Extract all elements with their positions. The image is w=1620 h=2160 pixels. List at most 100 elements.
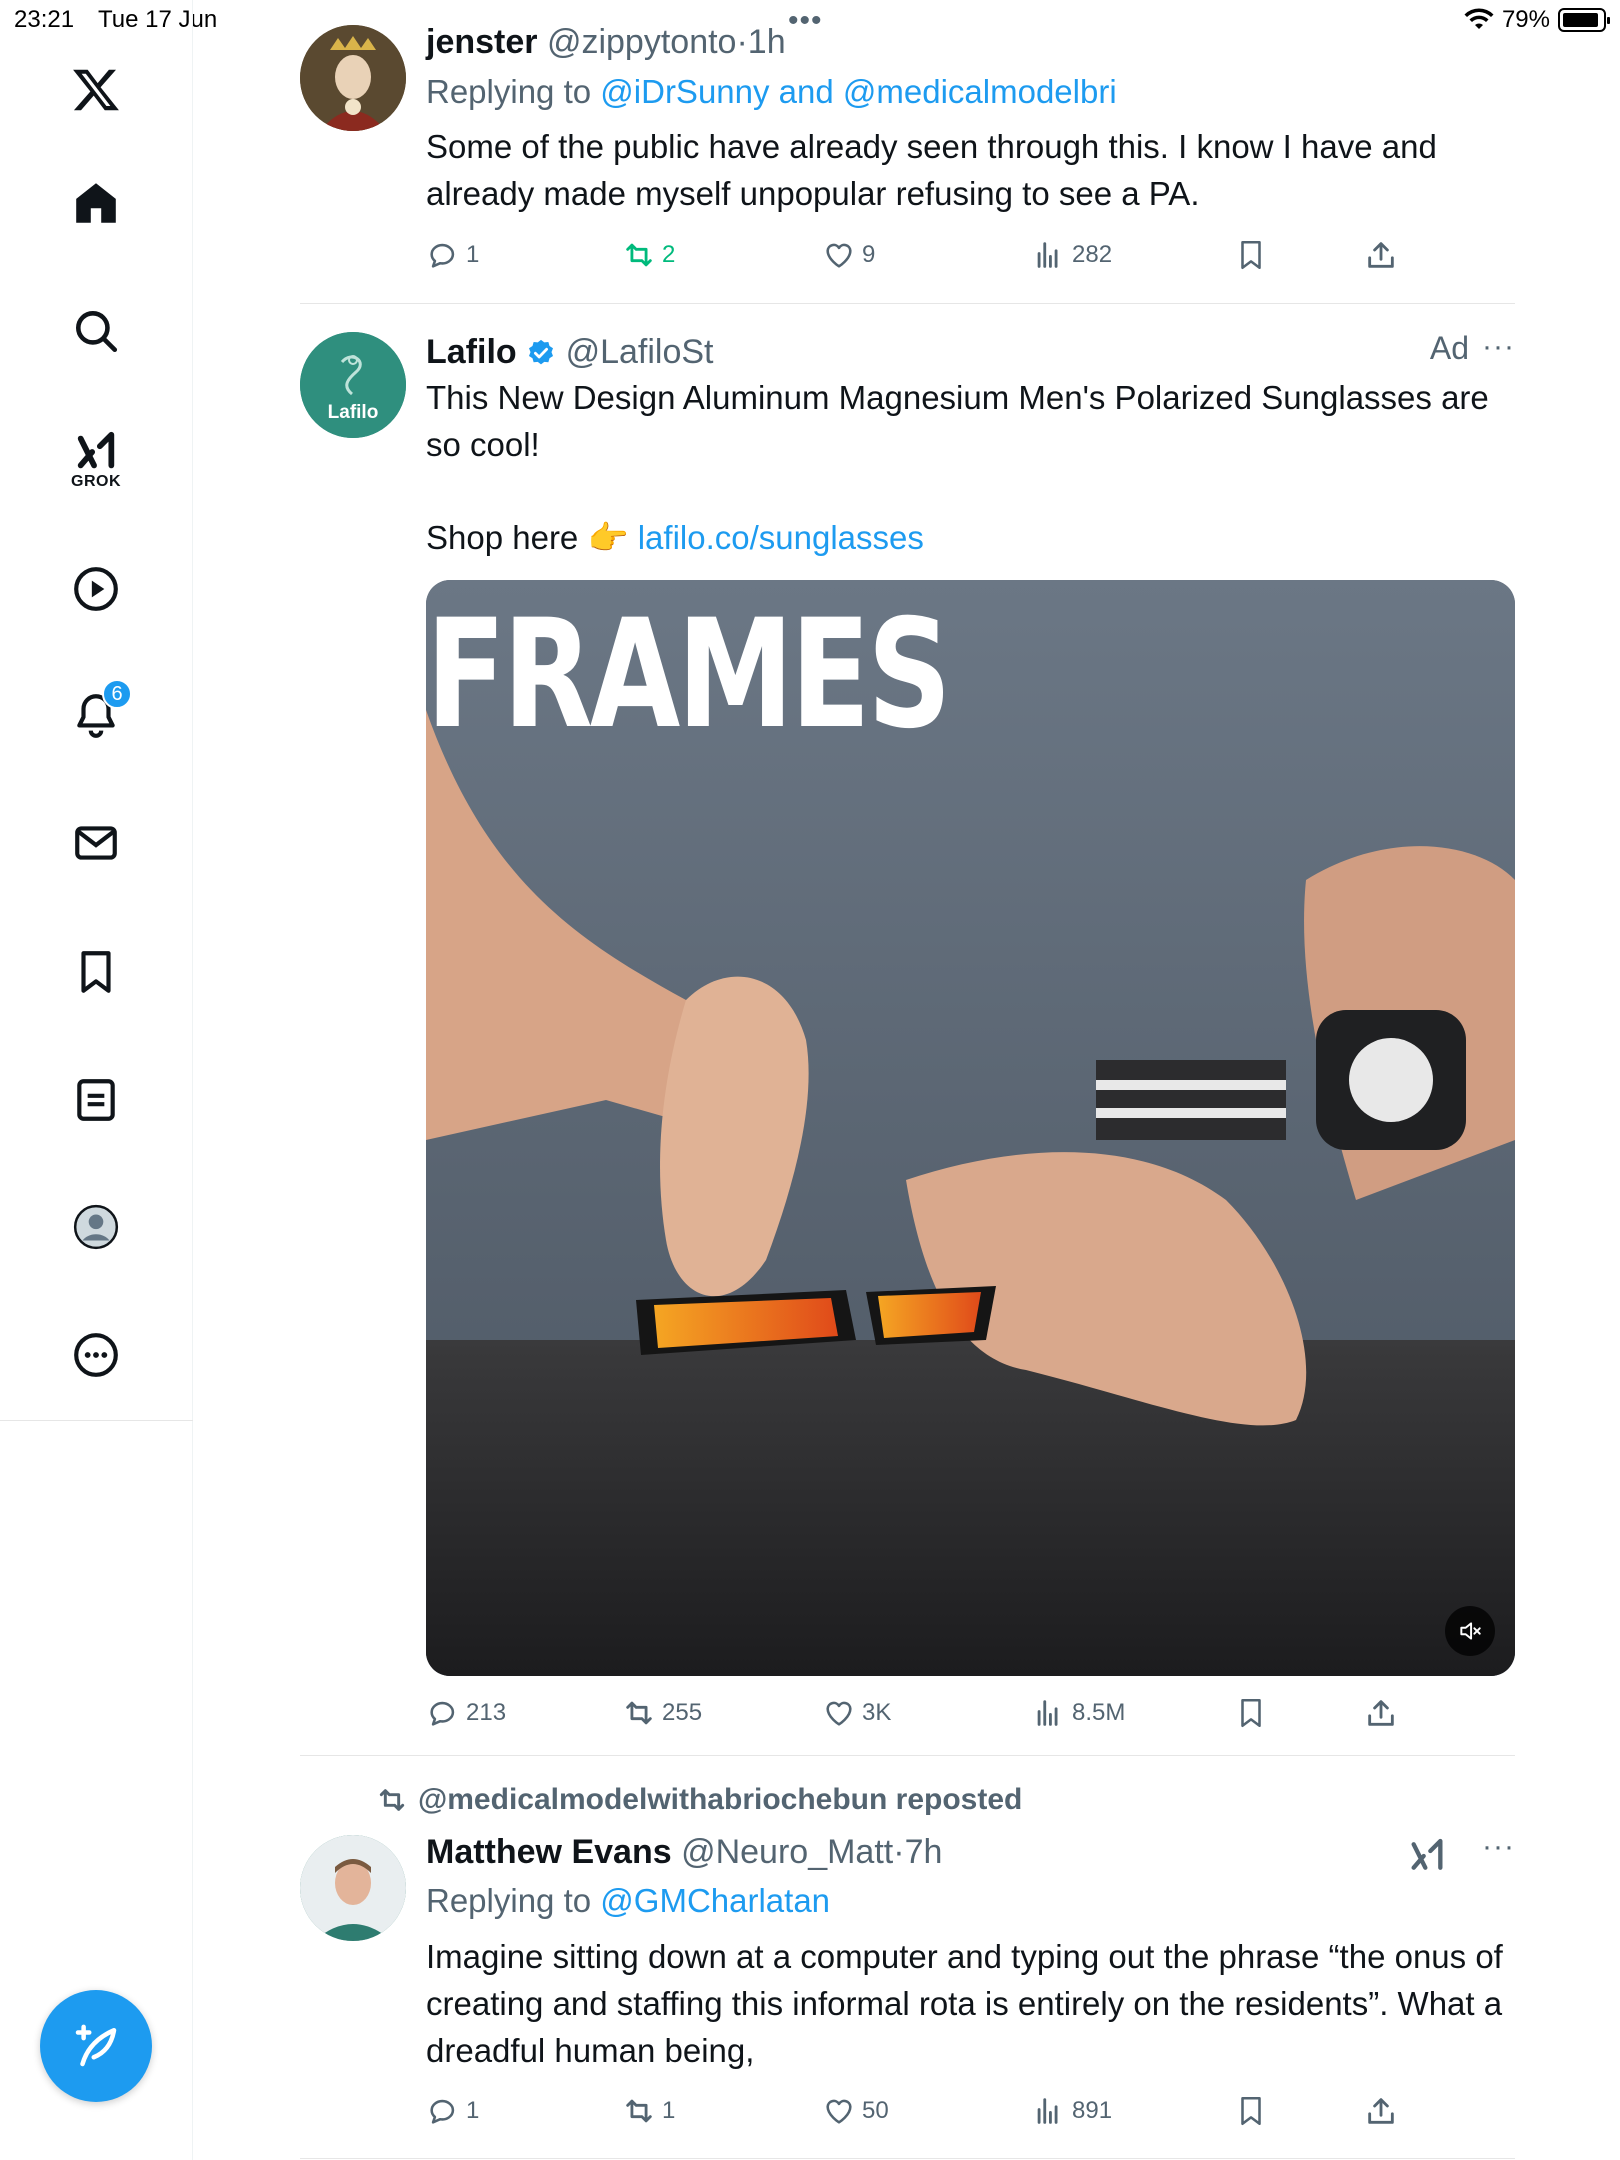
repost-count: 2 [662,241,676,268]
author-handle[interactable]: @zippytonto [547,23,737,61]
tweet-text: Imagine sitting down at a computer and t… [426,1938,1503,2069]
tweet-text: This New Design Aluminum Magnesium Men's… [426,379,1489,463]
reply-button[interactable]: 1 [426,2094,479,2128]
bookmark-button[interactable] [1234,1696,1268,1730]
search-icon[interactable] [56,291,136,371]
like-count: 3K [862,1699,892,1726]
sidebar: GROK 6 [0,0,193,2160]
repost-count: 255 [662,1699,703,1726]
views-icon [1037,242,1058,268]
tweet-divider [300,1755,1515,1756]
share-icon [1368,1700,1394,1726]
replying-to: Replying to @GMCharlatan [426,1877,1515,1925]
reply-icon [430,1701,455,1726]
battery-icon [1558,8,1610,32]
author-handle[interactable]: @Neuro_Matt [681,1833,893,1871]
like-button[interactable]: 3K [822,1696,891,1730]
video-caption: FRAMES [426,588,952,762]
avatar[interactable]: Lafilo [300,332,406,438]
profile-icon[interactable] [56,1187,136,1267]
like-count: 9 [862,241,876,268]
views-icon [1037,1700,1058,1726]
share-button[interactable] [1364,238,1398,272]
reposted-by-text: @medicalmodelwithabriochebun reposted [418,1783,1023,1816]
repost-icon [626,2099,652,2123]
tweet-actions: 1 1 50 891 [426,2094,1426,2134]
home-icon[interactable] [56,163,136,243]
muted-speaker-icon [1460,1622,1481,1640]
replying-to-link[interactable]: @iDrSunny and @medicalmodelbri [600,73,1116,110]
reply-button[interactable]: 1 [426,238,479,272]
avatar[interactable] [300,25,406,131]
avatar[interactable] [300,1835,406,1941]
views-button[interactable]: 8.5M [1032,1696,1125,1730]
repost-count: 1 [662,2097,676,2124]
views-button[interactable]: 891 [1032,2094,1112,2128]
reply-icon [430,243,455,268]
views-icon [1037,2098,1058,2124]
compose-icon [75,2024,117,2067]
author-name[interactable]: Matthew Evans [426,1833,672,1871]
repost-button[interactable]: 2 [622,238,675,272]
repost-button[interactable]: 1 [622,2094,675,2128]
repost-button[interactable]: 255 [622,1696,702,1730]
notification-badge: 6 [102,679,132,709]
heart-icon [826,1701,852,1726]
ad-video[interactable]: FRAMES [426,580,1515,1676]
tweet-divider [300,303,1515,304]
replying-to-link[interactable]: @GMCharlatan [600,1882,830,1919]
tweet-divider [300,2158,1515,2159]
reply-icon [430,2099,455,2124]
author-handle[interactable]: @LafiloSt [566,333,714,371]
sidebar-divider [0,1420,193,1421]
repost-icon [379,1789,405,1811]
lists-icon[interactable] [56,1060,136,1140]
grok-icon[interactable]: GROK [56,415,136,505]
x-logo-icon[interactable] [56,50,136,130]
share-button[interactable] [1364,1696,1398,1730]
tweet-actions: 1 2 9 282 [426,238,1426,278]
bookmark-icon [1241,2096,1261,2126]
compose-button[interactable] [40,1990,152,2102]
reply-count: 1 [466,2097,480,2124]
heart-icon [826,2099,852,2124]
more-icon[interactable] [56,1315,136,1395]
share-button[interactable] [1364,2094,1398,2128]
repost-icon [626,243,652,267]
repost-icon [626,1701,652,1725]
shop-link[interactable]: lafilo.co/sunglasses [638,519,924,556]
author-name[interactable]: Lafilo [426,333,517,371]
tweet-text: Some of the public have already seen thr… [426,128,1437,212]
bookmark-button[interactable] [1234,238,1268,272]
like-button[interactable]: 50 [822,2094,889,2128]
reply-count: 213 [466,1699,507,1726]
separator-dot: · [893,1833,905,1871]
shop-line: Shop here 👉 lafilo.co/sunglasses [426,514,1515,561]
views-count: 8.5M [1072,1699,1126,1726]
reply-button[interactable]: 213 [426,1696,506,1730]
bookmark-button[interactable] [1234,2094,1268,2128]
mute-button[interactable] [1445,1606,1495,1656]
video-icon[interactable] [56,549,136,629]
tweet-time[interactable]: 7h [905,1833,943,1871]
messages-icon[interactable] [56,803,136,883]
notifications-icon[interactable]: 6 [56,675,136,755]
shop-text: Shop here 👉 [426,519,629,556]
views-count: 891 [1072,2097,1113,2124]
author-name[interactable]: jenster [426,23,538,61]
like-button[interactable]: 9 [822,238,875,272]
heart-icon [826,243,852,268]
share-icon [1368,2098,1394,2124]
views-button[interactable]: 282 [1032,238,1112,272]
bookmark-icon [1241,1698,1261,1728]
tweet-actions: 213 255 3K 8.5M [426,1696,1426,1736]
tweet-time[interactable]: 1h [748,23,786,61]
reply-count: 1 [466,241,480,268]
replying-to: Replying to @iDrSunny and @medicalmodelb… [426,68,1515,116]
like-count: 50 [862,2097,889,2124]
bookmark-icon [1241,240,1261,270]
views-count: 282 [1072,241,1113,268]
bookmarks-icon[interactable] [56,932,136,1012]
repost-indicator[interactable]: @medicalmodelwithabriochebun reposted [376,1783,1022,1817]
avatar-text: Lafilo [327,402,379,423]
